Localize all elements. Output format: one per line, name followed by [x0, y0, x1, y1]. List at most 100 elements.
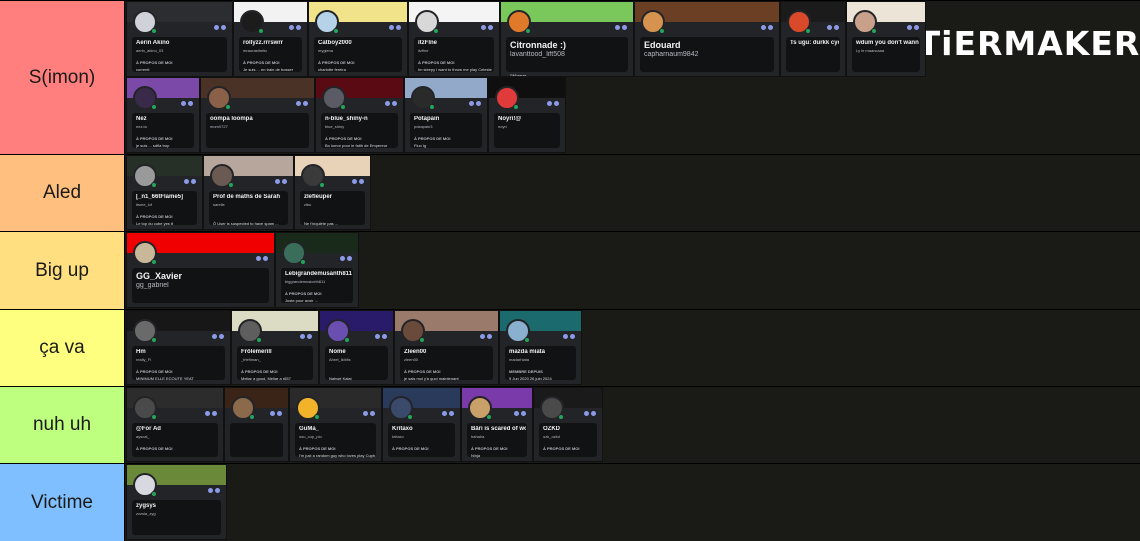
tier-item-card[interactable]: Nez nez.la À PROPOS DE MOI je suis ... sdfl…: [126, 77, 200, 153]
badge-icon: [263, 256, 268, 261]
display-name: Noyri!@: [498, 116, 522, 122]
tier-item-card[interactable]: oompa loompa mom0727: [200, 77, 315, 153]
username: sarelle: [213, 202, 225, 207]
display-name: oompa loompa: [210, 116, 253, 122]
display-name: n-blue_shiny-n: [325, 116, 368, 122]
badge-icon: [270, 411, 275, 416]
tier-item-card[interactable]: Frôlemerill _frlefiman_ À PROPOS DE MOI Mel…: [231, 310, 319, 385]
username: itsme_luf: [136, 202, 153, 207]
tier-item-card[interactable]: Aerin Akino aerin_akino_03 À PROPOS DE MOI…: [126, 1, 233, 77]
display-name: Nomé: [329, 349, 346, 355]
tier-item-card[interactable]: Noyri!@ noyri: [488, 77, 566, 153]
about-me-text: Im sleepy i want to throw me play Celest…: [418, 67, 492, 72]
tier-item-card[interactable]: Zleen00 zleen00 À PROPOS DE MOI je sais moi…: [394, 310, 499, 385]
badge-icon: [514, 411, 519, 416]
tier-item-card[interactable]: Prof de maths de Sarah sarelle Ô User is s…: [203, 155, 294, 230]
badge-icon: [591, 411, 596, 416]
tier-item-card[interactable]: Nomé Ahret_ikiblis Nahwé Kalai: [319, 310, 394, 385]
tier-item-card[interactable]: GG_Xavier gg_gabriel: [126, 232, 275, 308]
username: pokapain3: [414, 124, 433, 129]
online-status-dot: [340, 104, 346, 110]
tier-item-card[interactable]: n-blue_shiny-n blue_shiny À PROPOS DE MOI B…: [315, 77, 404, 153]
badge-icon: [570, 334, 575, 339]
profile-badges: [481, 25, 493, 30]
tier-label: ça va: [0, 310, 125, 386]
about-me-heading: À PROPOS DE MOI: [241, 369, 278, 374]
online-status-dot: [249, 414, 255, 420]
tier-item-card[interactable]: itzFlne itzflne À PROPOS DE MOI Im sleepy i…: [408, 1, 500, 77]
badge-icon: [188, 101, 193, 106]
username: zleen00: [404, 357, 419, 362]
online-status-dot: [805, 28, 811, 34]
online-status-dot: [486, 414, 492, 420]
badge-icon: [303, 101, 308, 106]
tier-item-card[interactable]: Potapain pokapain3 À PROPOS DE MOI Fluo Ig: [404, 77, 488, 153]
badge-icon: [375, 334, 380, 339]
tier-item-card[interactable]: Kritaxo kritaxo À PROPOS DE MOI: [382, 387, 461, 462]
online-status-dot: [256, 337, 262, 343]
tiermaker-logo: TiERMAKER: [918, 7, 1140, 79]
badge-icon: [191, 179, 196, 184]
badge-icon: [622, 25, 627, 30]
online-status-dot: [433, 28, 439, 34]
tier-item-card[interactable]: rollyzz.rrrswrr mraurasthetic À PROPOS DE …: [233, 1, 308, 77]
tier-label: Victime: [0, 464, 125, 541]
tier-item-card[interactable]: Edouard capharnaum9842: [634, 1, 780, 77]
badge-icon: [488, 25, 493, 30]
display-name: Potapain: [414, 116, 440, 122]
tier-item-card[interactable]: zlefleuper zlbu Ne t'inquiète pas ...: [294, 155, 371, 230]
username: noyri: [498, 124, 507, 129]
display-name: zlefleuper: [304, 194, 333, 200]
badge-icon: [340, 256, 345, 261]
profile-badges: [514, 411, 526, 416]
tier-item-card[interactable]: GuMa_ osu_cup_pio À PROPOS DE MOI I'm just …: [289, 387, 382, 462]
display-name: Hm: [136, 349, 146, 355]
badge-icon: [554, 101, 559, 106]
tier-item-card[interactable]: OZKD ozk_ozkd À PROPOS DE MOI: [533, 387, 603, 462]
username: zlbu: [304, 202, 312, 207]
profile-badges: [212, 334, 224, 339]
profile-badges: [761, 25, 773, 30]
logo-text: TiERMAKER: [917, 23, 1140, 63]
online-status-dot: [151, 259, 157, 265]
online-status-dot: [419, 337, 425, 343]
badge-icon: [289, 25, 294, 30]
tier-item-card[interactable]: Bâri is scared of women hahaha À PROPOS DE…: [461, 387, 533, 462]
display-name: GG_Xavier: [136, 271, 183, 281]
tier-item-card[interactable]: Ts ugu: durkk cyc't are!: [780, 1, 846, 77]
about-me-heading: À PROPOS DE MOI: [543, 446, 580, 451]
tier-item-card[interactable]: @For Ad ayscal_ À PROPOS DE MOI: [126, 387, 224, 462]
tier-item-card[interactable]: Lebigrandemusanth811 biggrandemusiceth811…: [275, 232, 359, 308]
badge-icon: [834, 25, 839, 30]
badge-icon: [547, 101, 552, 106]
badge-icon: [219, 334, 224, 339]
about-me-heading: MEMBRE DEPUIS: [509, 369, 543, 374]
profile-badges: [275, 179, 287, 184]
tier-item-card[interactable]: [224, 387, 289, 462]
tier-item-card[interactable]: mazda miata madarhiata MEMBRE DEPUIS 9 Jun …: [499, 310, 582, 385]
tier-item-card[interactable]: [_n1_66tFlame5] itsme_luf À PROPOS DE MOI L…: [126, 155, 203, 230]
about-me-heading: À PROPOS DE MOI: [136, 60, 173, 65]
profile-badges: [563, 334, 575, 339]
username: itzflne: [418, 48, 429, 53]
about-me-text: I'm just a random guy who loves play Cup…: [299, 453, 375, 458]
tier-label: Big up: [0, 232, 125, 309]
profile-badges: [827, 25, 839, 30]
username: hahaha: [471, 434, 485, 439]
tier-item-card[interactable]: Citronnade :) lavanttood_lift508 l'Wheeze: [500, 1, 634, 77]
badge-icon: [215, 488, 220, 493]
badge-icon: [469, 101, 474, 106]
badge-icon: [184, 179, 189, 184]
tier-item-card[interactable]: zygsys zzzsla_zyg: [126, 464, 227, 540]
about-me-heading: À PROPOS DE MOI: [136, 446, 173, 451]
badge-icon: [296, 25, 301, 30]
profile-badges: [469, 101, 481, 106]
tier-label: nuh uh: [0, 387, 125, 463]
tier-item-card[interactable]: Catboy2000 mygiena À PROPOS DE MOI charlott…: [308, 1, 408, 77]
tier-item-card[interactable]: Hm really_Fl À PROPOS DE MOI MINIMUM ELLE E…: [126, 310, 231, 385]
about-me-heading: À PROPOS DE MOI: [404, 369, 441, 374]
tier-item-card[interactable]: wdum you don't wanna Ly le maancaaa: [846, 1, 926, 77]
display-name: Frôlemerill: [241, 349, 272, 355]
badge-icon: [481, 25, 486, 30]
badge-icon: [768, 25, 773, 30]
